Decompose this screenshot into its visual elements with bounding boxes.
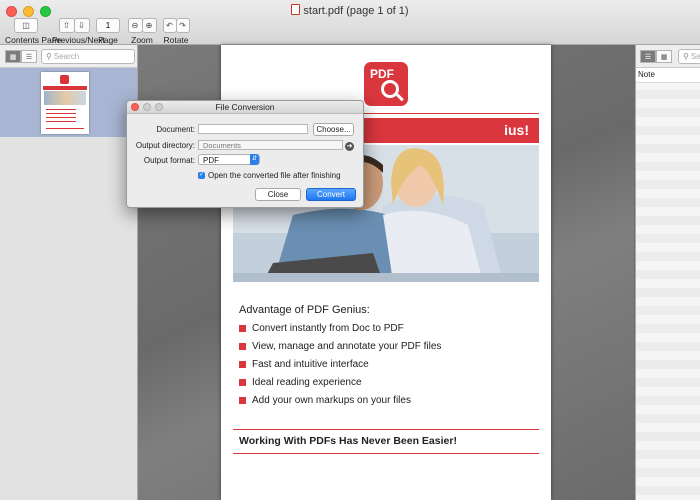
document-field[interactable] [198, 124, 308, 134]
divider [233, 429, 539, 430]
notes-search-input[interactable]: ⚲ Sea [678, 49, 700, 64]
thumbnail-line [46, 121, 76, 122]
thumbnail-line [46, 113, 76, 114]
feature-item: Ideal reading experience [239, 377, 362, 388]
list-view-button[interactable]: ☰ [21, 50, 37, 63]
dialog-titlebar: File Conversion [127, 101, 363, 114]
output-format-select[interactable]: PDF ⇵ [198, 154, 260, 165]
bullet-icon [239, 379, 246, 386]
prev-next-group: ⇧ ⇩ Previous/Next [52, 18, 105, 45]
search-placeholder: Search [53, 52, 80, 61]
page-thumbnail[interactable] [41, 72, 89, 134]
thumbnail-line [46, 128, 84, 129]
notes-view-segmented: ☰ ▦ [640, 50, 672, 63]
convert-button[interactable]: Convert [306, 188, 356, 201]
notes-search-placeholder: Sea [690, 52, 700, 61]
dialog-title: File Conversion [215, 102, 275, 112]
zoom-out-icon: ⊖ [131, 21, 139, 30]
open-after-label: Open the converted file after finishing [208, 171, 341, 180]
search-icon: ⚲ [683, 52, 689, 61]
contents-pane-label: Contents Pane [5, 35, 62, 45]
magnifier-handle [396, 93, 404, 102]
footer-tagline: Working With PDFs Has Never Been Easier! [239, 435, 457, 447]
feature-text: Ideal reading experience [252, 377, 362, 388]
feature-text: View, manage and annotate your PDF files [252, 341, 442, 352]
arrow-up-icon: ⇧ [63, 21, 70, 30]
feature-text: Convert instantly from Doc to PDF [252, 323, 404, 334]
contents-pane: ▦ ☰ ⚲ Search [0, 45, 138, 500]
feature-item: Fast and intuitive interface [239, 359, 369, 370]
window-title: start.pdf (page 1 of 1) [0, 4, 700, 17]
rotate-left-icon: ↶ [166, 21, 173, 30]
thumbnail-line [46, 109, 76, 110]
rotate-label: Rotate [163, 35, 189, 45]
bullet-icon [239, 361, 246, 368]
file-conversion-dialog: File Conversion Document: Choose... Outp… [126, 100, 364, 208]
notes-column-header: Note [636, 68, 700, 83]
contents-pane-button[interactable]: ◫ [14, 18, 38, 33]
zoom-in-icon: ⊕ [145, 21, 153, 30]
thumbnail-line [46, 117, 76, 118]
zoom-in-button[interactable]: ⊕ [141, 18, 157, 33]
rotate-right-button[interactable]: ↷ [175, 18, 190, 33]
search-icon: ⚲ [46, 52, 52, 61]
rotate-group: ↶ ↷ Rotate [162, 18, 190, 45]
rotate-left-button[interactable]: ↶ [162, 18, 177, 33]
previous-page-button[interactable]: ⇧ [58, 18, 75, 33]
window-toolbar: start.pdf (page 1 of 1) ◫ Contents Pane … [0, 0, 700, 45]
contents-pane-toolbar: ▦ ☰ ⚲ Search [0, 45, 137, 68]
choose-button[interactable]: Choose... [313, 123, 354, 136]
feature-item: View, manage and annotate your PDF files [239, 341, 441, 352]
next-page-button[interactable]: ⇩ [73, 18, 90, 33]
window-title-text: start.pdf (page 1 of 1) [303, 5, 409, 17]
rotate-right-icon: ↷ [179, 21, 186, 30]
advantage-heading: Advantage of PDF Genius: [239, 304, 370, 316]
notes-toolbar: ☰ ▦ ⚲ Sea [636, 45, 700, 68]
thumbnail-banner [43, 86, 87, 90]
document-label: Document: [156, 125, 195, 134]
chevron-updown-icon: ⇵ [250, 154, 259, 165]
reveal-directory-arrow-icon[interactable]: ➜ [345, 142, 354, 151]
notes-list-button[interactable]: ☰ [640, 50, 656, 63]
open-after-row: ✓ Open the converted file after finishin… [198, 171, 341, 180]
close-button[interactable]: Close [255, 188, 301, 201]
output-directory-label: Output directory: [135, 141, 195, 150]
thumbnail-view-button[interactable]: ▦ [5, 50, 21, 63]
bullet-icon [239, 343, 246, 350]
thumbnail-photo [44, 91, 86, 105]
feature-text: Fast and intuitive interface [252, 359, 369, 370]
pdf-document-icon [291, 4, 301, 15]
zoom-out-button[interactable]: ⊖ [127, 18, 143, 33]
page-number-field[interactable]: 1 [96, 18, 120, 33]
thumbnail-logo [60, 75, 69, 84]
bullet-icon [239, 397, 246, 404]
divider [233, 453, 539, 454]
feature-item: Add your own markups on your files [239, 395, 411, 406]
open-after-checkbox[interactable]: ✓ [198, 172, 205, 179]
zoom-group: ⊖ ⊕ Zoom [127, 18, 157, 45]
arrow-down-icon: ⇩ [78, 21, 85, 30]
bullet-icon [239, 325, 246, 332]
contents-pane-group: ◫ Contents Pane [5, 18, 62, 45]
view-mode-segmented: ▦ ☰ [5, 50, 37, 63]
zoom-label: Zoom [131, 35, 153, 45]
pdf-genius-logo: PDF [364, 62, 408, 106]
notes-grid-button[interactable]: ▦ [656, 50, 672, 63]
page-group: 1 Page [95, 18, 121, 45]
page-label: Page [98, 35, 118, 45]
feature-text: Add your own markups on your files [252, 395, 411, 406]
output-format-label: Output format: [143, 156, 195, 165]
output-format-value: PDF [203, 156, 219, 165]
feature-item: Convert instantly from Doc to PDF [239, 323, 404, 334]
output-directory-popup[interactable]: Documents [198, 140, 343, 150]
prev-next-label: Previous/Next [52, 35, 105, 45]
output-directory-value: Documents [203, 141, 241, 150]
notes-pane: ☰ ▦ ⚲ Sea Note [635, 45, 700, 500]
sidebar-toggle-icon: ◫ [22, 21, 30, 30]
thumbnail-search-input[interactable]: ⚲ Search [41, 49, 135, 64]
logo-text: PDF [370, 67, 394, 81]
thumbnail-selection [0, 68, 137, 137]
